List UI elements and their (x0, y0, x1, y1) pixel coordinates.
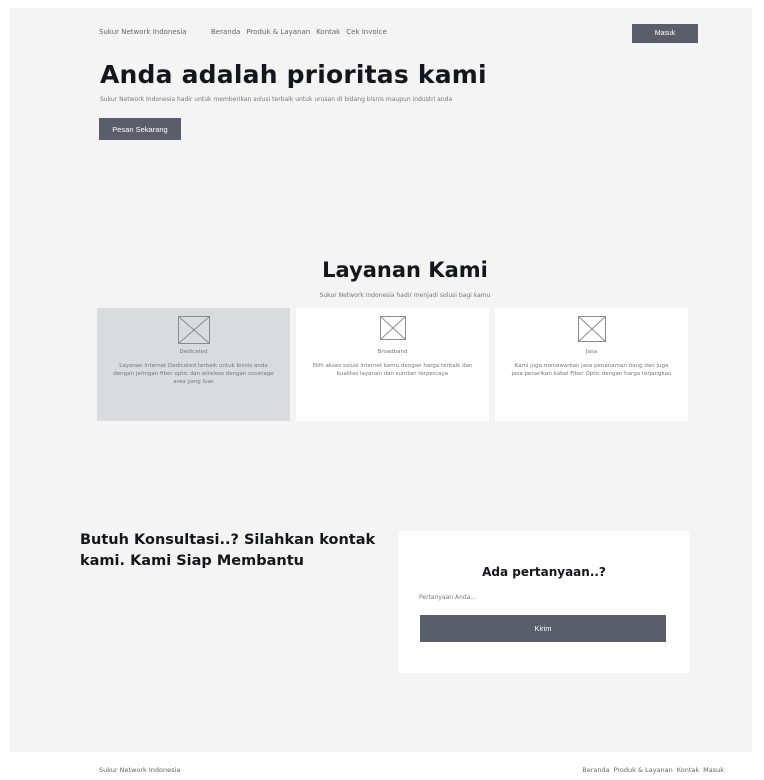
services-subtitle: Sukur Network Indonesia hadir menjadi so… (319, 292, 491, 299)
service-card-title: Broadband (377, 349, 408, 355)
service-card-description: Pilih akses solusi internet kamu dengan … (312, 363, 473, 377)
footer-link-produk-layanan[interactable]: Produk & Layanan (614, 766, 673, 774)
brand-name[interactable]: Sukur Network Indonesia (99, 28, 187, 36)
nav-link-produk-layanan[interactable]: Produk & Layanan (246, 28, 310, 36)
login-button[interactable]: Masuk (632, 24, 698, 43)
nav-link-cek-invoice[interactable]: Cek Invoice (346, 28, 387, 36)
footer-link-beranda[interactable]: Beranda (582, 766, 609, 774)
hero-subtitle: Sukur Network Indonesia hadir untuk memb… (100, 96, 453, 103)
page-container: Sukur Network Indonesia Beranda Produk &… (10, 8, 752, 752)
image-placeholder-icon (379, 316, 406, 340)
nav-link-kontak[interactable]: Kontak (316, 28, 340, 36)
service-card-description: Kami juga menawarkan jasa penanaman tian… (511, 363, 672, 377)
consultation-title: Butuh Konsultasi..? Silahkan kontak kami… (80, 532, 376, 569)
service-card-broadband[interactable]: Broadband Pilih akses solusi internet ka… (296, 308, 489, 421)
footer-link-kontak[interactable]: Kontak (677, 766, 699, 774)
footer-brand: Sukur Network Indonesia (99, 766, 181, 774)
services-title: Layanan Kami (322, 258, 488, 282)
service-card-title: Jasa (585, 349, 598, 355)
navbar: Sukur Network Indonesia Beranda Produk &… (99, 22, 699, 44)
footer-links: Beranda Produk & Layanan Kontak Masuk (582, 766, 724, 774)
service-card-title: Dedicated (179, 349, 208, 355)
form-title: Ada pertanyaan..? (482, 565, 606, 579)
service-card-description: Layanan Internet Dedicated terbaik untuk… (113, 363, 274, 385)
services-cards: Dedicated Layanan Internet Dedicated ter… (97, 308, 688, 421)
nav-links: Beranda Produk & Layanan Kontak Cek Invo… (211, 28, 387, 36)
question-form: Ada pertanyaan..? Kirim (399, 531, 689, 673)
service-card-jasa[interactable]: Jasa Kami juga menawarkan jasa penanaman… (495, 308, 688, 421)
image-placeholder-icon (177, 316, 210, 344)
footer-link-masuk[interactable]: Masuk (703, 766, 724, 774)
order-now-button[interactable]: Pesan Sekarang (99, 118, 181, 140)
question-input[interactable] (419, 589, 619, 605)
hero-title: Anda adalah prioritas kami (100, 60, 487, 89)
service-card-dedicated[interactable]: Dedicated Layanan Internet Dedicated ter… (97, 308, 290, 421)
send-button[interactable]: Kirim (420, 615, 666, 642)
image-placeholder-icon (577, 316, 606, 342)
nav-link-beranda[interactable]: Beranda (211, 28, 240, 36)
